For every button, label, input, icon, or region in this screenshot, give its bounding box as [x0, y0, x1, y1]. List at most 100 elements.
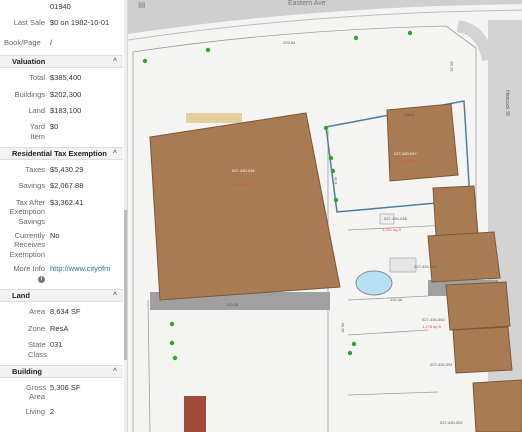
chevron-up-icon[interactable]: ^ [113, 292, 117, 299]
info-icon[interactable]: i [38, 276, 45, 284]
building-050-area: 1,178 sq ft [422, 324, 441, 329]
gross-area-value: 5,306 SF [50, 382, 81, 392]
building-049 [427, 231, 501, 283]
total-label: Total [29, 73, 45, 83]
zone-row: Zone ResA [4, 324, 123, 333]
state-class-value: 031 [50, 340, 63, 350]
dim-label: 60.15 [449, 61, 455, 72]
building-052 [472, 379, 522, 432]
valuation-title: Valuation [12, 57, 46, 67]
area-value: 8,634 SF [50, 307, 81, 317]
tax-after-label: Tax After Exemption Savings [9, 197, 45, 226]
currently-receives-row: Currently Receives Exemption No [4, 231, 123, 259]
land-title: Land [12, 291, 30, 301]
building-048 [432, 185, 479, 237]
building-050 [445, 281, 511, 331]
building-049-id: 027-430-049 [414, 264, 437, 269]
dim-label: 229.84 [283, 40, 296, 45]
dim-label: 40.35 [340, 322, 346, 333]
dim-label: 41.8 [333, 176, 339, 185]
exemption-section-header[interactable]: Residential Tax Exemption ^ [0, 147, 123, 160]
scrollbar-thumb[interactable] [124, 210, 127, 360]
large-building-area: 4,916 sq ft [232, 182, 251, 187]
building-052-id: 027-430-052 [440, 420, 463, 425]
taxes-label: Taxes [25, 165, 45, 174]
book-page-value: / [50, 37, 53, 47]
selected-building-area: 1,534 sq ft [400, 158, 419, 163]
building-048-area: 1,031 sq ft [382, 227, 401, 232]
building-051-id: 027-430-051 [430, 362, 453, 367]
valuation-land-row: Land $183,100 [4, 106, 123, 115]
yard-item-label: Yard Item [29, 122, 45, 141]
shed [389, 257, 417, 273]
last-sale-row: Last Sale $0 on 1982-10-01 [4, 18, 123, 27]
buildings-value: $202,300 [50, 89, 82, 99]
yard-item-value: $0 [50, 122, 59, 132]
last-sale-label: Last Sale [13, 18, 45, 28]
living-label: Living [25, 406, 45, 416]
panel-scrollbar[interactable] [124, 0, 127, 432]
currently-receives-value: No [50, 230, 60, 240]
building-title: Building [12, 366, 42, 376]
area-label: Area [29, 307, 45, 317]
selected-building-id: 027-430-047 [394, 151, 417, 156]
land-label: Land [28, 105, 45, 115]
living-row: Living 2 [4, 407, 123, 416]
zip-value: 01940 [50, 2, 71, 11]
more-info-label: More Info [13, 264, 45, 273]
tax-after-value: $3,362.41 [50, 197, 84, 207]
building-048-id: 027-430-048 [384, 216, 407, 221]
more-info-label-wrap: More Info i [4, 264, 50, 284]
valuation-yard-row: Yard Item $0 [4, 122, 123, 141]
last-sale-value: $0 on 1982-10-01 [50, 18, 110, 28]
buildings-label: Buildings [14, 89, 45, 99]
valuation-section-header[interactable]: Valuation ^ [0, 55, 123, 69]
exemption-title: Residential Tax Exemption [12, 149, 107, 158]
dim-label: 250.36 [226, 302, 239, 307]
building-051 [452, 326, 513, 374]
road-corner [456, 20, 494, 62]
large-building [149, 112, 341, 301]
property-details-panel: 01940 Last Sale $0 on 1982-10-01 Book/Pa… [0, 0, 128, 432]
gross-area-label: Gross Area [26, 382, 47, 402]
area-row: Area 8,634 SF [4, 307, 123, 316]
parcel-map[interactable]: ▤ Eastern Ave Hancock St 027-430-046 4,9… [128, 0, 522, 432]
land-section-header[interactable]: Land ^ [0, 289, 123, 303]
chevron-up-icon[interactable]: ^ [113, 368, 117, 375]
more-info-link[interactable]: http://www.cityofm [50, 264, 123, 273]
street-label-eastern-ave: Eastern Ave [288, 0, 326, 7]
chevron-up-icon[interactable]: ^ [113, 150, 117, 157]
book-page-row: Book/Page / [4, 38, 123, 47]
taxes-value: $5,430.29 [50, 165, 84, 174]
map-toolbar-icons: ▤ [138, 0, 146, 9]
savings-value: $2,067.88 [50, 181, 84, 191]
total-value: $385,400 [50, 73, 82, 83]
building-050-id: 027-430-050 [422, 317, 445, 322]
tax-after-row: Tax After Exemption Savings $3,362.41 [4, 198, 123, 226]
living-value: 2 [50, 406, 55, 416]
large-building-id: 027-430-046 [232, 168, 255, 173]
book-page-label: Book/Page [4, 37, 41, 47]
state-class-row: State Class 031 [4, 340, 123, 359]
valuation-total-row: Total $385,400 [4, 73, 123, 82]
pool [355, 270, 393, 296]
layers-icon[interactable]: ▤ [138, 0, 146, 9]
chevron-up-icon[interactable]: ^ [113, 58, 117, 65]
selected-building [386, 103, 459, 182]
zone-label: Zone [27, 323, 45, 333]
dim-label: 130.36 [390, 297, 403, 302]
roof-annex [186, 113, 242, 123]
land-value: $183,100 [50, 105, 82, 115]
street-label-hancock-st: Hancock St [503, 90, 510, 116]
more-info-row: More Info i http://www.cityofm [4, 264, 123, 284]
gross-area-row: Gross Area 5,306 SF [4, 383, 123, 402]
dim-label: 106.8 [404, 112, 415, 117]
taxes-row: Taxes $5,430.29 [4, 165, 123, 174]
state-class-label: State Class [28, 340, 47, 359]
zip-row: 01940 [4, 2, 123, 11]
building-section-header[interactable]: Building ^ [0, 364, 123, 378]
savings-row: Savings $2,067.88 [4, 181, 123, 190]
savings-label: Savings [18, 181, 45, 191]
red-building [184, 396, 206, 432]
map-canvas[interactable] [128, 0, 522, 432]
